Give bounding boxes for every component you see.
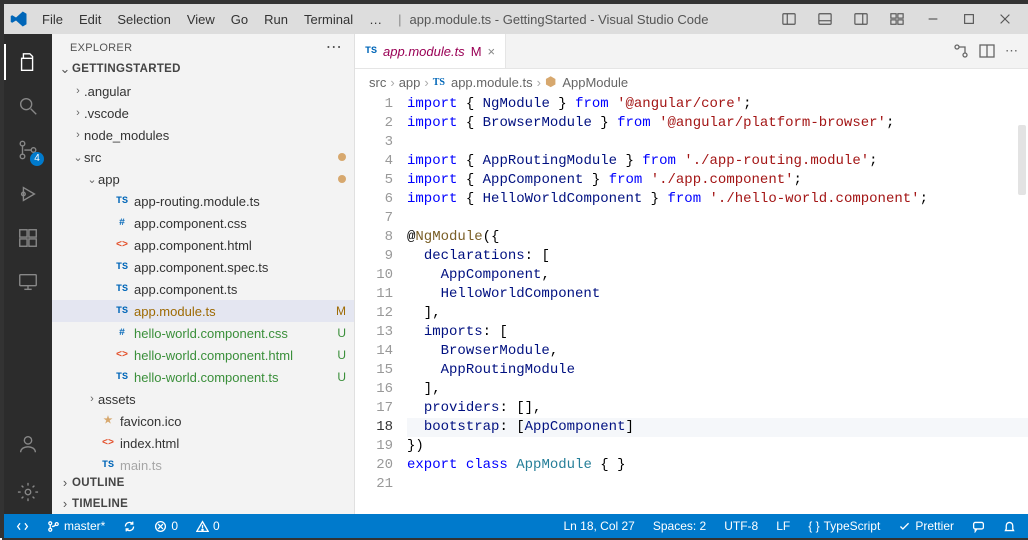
menu-go[interactable]: Go <box>223 9 256 30</box>
breadcrumb-item[interactable]: app <box>399 75 421 90</box>
css-file-icon: # <box>114 215 130 231</box>
editor-area: TS app.module.ts M × ⋯ src›app›TSapp.mod… <box>355 34 1028 514</box>
menu-selection[interactable]: Selection <box>109 9 178 30</box>
window-title: app.module.ts - GettingStarted - Visual … <box>410 12 709 27</box>
tab-status: M <box>471 44 482 59</box>
ts-file-icon: TS <box>100 457 116 472</box>
tree-file[interactable]: <>app.component.html <box>52 234 354 256</box>
sync-changes[interactable] <box>119 514 140 538</box>
layout-panel-right-icon[interactable] <box>844 4 878 34</box>
breadcrumb-item[interactable]: app.module.ts <box>451 75 533 90</box>
indentation[interactable]: Spaces: 2 <box>649 514 710 538</box>
activity-remote[interactable] <box>4 260 52 304</box>
tree-file[interactable]: TSapp.component.spec.ts <box>52 256 354 278</box>
status-bar: master* 0 0 Ln 18, Col 27 Spaces: 2 UTF-… <box>4 514 1028 538</box>
menu-edit[interactable]: Edit <box>71 9 109 30</box>
eol[interactable]: LF <box>772 514 794 538</box>
menu-terminal[interactable]: Terminal <box>296 9 361 30</box>
activity-extensions[interactable] <box>4 216 52 260</box>
problems-warnings[interactable]: 0 <box>192 514 224 538</box>
ts-file-icon: TS <box>114 281 130 297</box>
tree-file[interactable]: <>index.html <box>52 432 354 454</box>
menu-…[interactable]: … <box>361 9 390 30</box>
explorer-sidebar: EXPLORER ⋯ ⌄GETTINGSTARTED ›.angular›.vs… <box>52 34 355 514</box>
menu-bar: FileEditSelectionViewGoRunTerminal… <box>34 12 390 27</box>
html-file-icon: <> <box>114 347 130 363</box>
window-maximize-button[interactable] <box>952 4 986 34</box>
layout-customize-icon[interactable] <box>880 4 914 34</box>
workspace-section[interactable]: ⌄GETTINGSTARTED <box>52 58 354 80</box>
tree-file[interactable]: TSmain.ts <box>52 454 354 472</box>
tree-file[interactable]: #hello-world.component.cssU <box>52 322 354 344</box>
html-file-icon: <> <box>100 435 116 451</box>
cursor-position[interactable]: Ln 18, Col 27 <box>559 514 638 538</box>
minimap-scrollbar[interactable] <box>1018 125 1026 195</box>
menu-view[interactable]: View <box>179 9 223 30</box>
tree-folder[interactable]: ⌄app <box>52 168 354 190</box>
tree-file[interactable]: #app.component.css <box>52 212 354 234</box>
remote-indicator[interactable] <box>12 514 33 538</box>
html-file-icon: <> <box>114 237 130 253</box>
activity-scm[interactable]: 4 <box>4 128 52 172</box>
tree-folder[interactable]: ›node_modules <box>52 124 354 146</box>
activity-account[interactable] <box>4 422 52 466</box>
line-gutter: 123456789101112131415161718192021 <box>355 95 407 514</box>
breadcrumb: src›app›TSapp.module.ts›⬢AppModule <box>355 69 1028 95</box>
tree-file[interactable]: ★favicon.ico <box>52 410 354 432</box>
activity-bar: 4 <box>4 34 52 514</box>
ts-file-icon: TS <box>114 369 130 385</box>
ts-file-icon: TS <box>114 193 130 209</box>
file-tree: ›.angular›.vscode›node_modules⌄src⌄app T… <box>52 80 354 472</box>
menu-file[interactable]: File <box>34 9 71 30</box>
vscode-logo-icon <box>10 10 28 28</box>
split-editor-icon[interactable] <box>979 43 995 59</box>
tree-file[interactable]: <>hello-world.component.htmlU <box>52 344 354 366</box>
tab-close-icon[interactable]: × <box>488 44 496 59</box>
tree-folder[interactable]: ⌄src <box>52 146 354 168</box>
window-close-button[interactable] <box>988 4 1022 34</box>
css-file-icon: # <box>114 325 130 341</box>
breadcrumb-item[interactable]: src <box>369 75 386 90</box>
menu-run[interactable]: Run <box>256 9 296 30</box>
activity-search[interactable] <box>4 84 52 128</box>
timeline-section[interactable]: ›TIMELINE <box>52 493 354 514</box>
layout-panel-left-icon[interactable] <box>772 4 806 34</box>
code-editor[interactable]: 123456789101112131415161718192021 import… <box>355 95 1028 514</box>
title-bar: FileEditSelectionViewGoRunTerminal… | ap… <box>4 4 1028 34</box>
notifications-icon[interactable] <box>999 514 1020 538</box>
tree-file[interactable]: TShello-world.component.tsU <box>52 366 354 388</box>
ts-file-icon: TS <box>114 303 130 319</box>
encoding[interactable]: UTF-8 <box>720 514 762 538</box>
tree-folder[interactable]: ›.angular <box>52 80 354 102</box>
star-file-icon: ★ <box>100 413 116 429</box>
compare-changes-icon[interactable] <box>953 43 969 59</box>
tree-file[interactable]: TSapp.component.ts <box>52 278 354 300</box>
tree-file[interactable]: TSapp.module.tsM <box>52 300 354 322</box>
activity-explorer[interactable] <box>4 40 52 84</box>
ts-file-icon: TS <box>114 259 130 275</box>
feedback-icon[interactable] <box>968 514 989 538</box>
editor-more-icon[interactable]: ⋯ <box>1005 43 1018 59</box>
layout-panel-bottom-icon[interactable] <box>808 4 842 34</box>
prettier-status[interactable]: Prettier <box>894 514 958 538</box>
language-mode[interactable]: { }TypeScript <box>804 514 884 538</box>
git-branch[interactable]: master* <box>43 514 109 538</box>
ts-file-icon: TS <box>365 46 377 57</box>
window-minimize-button[interactable] <box>916 4 950 34</box>
tree-folder[interactable]: ›.vscode <box>52 102 354 124</box>
tree-file[interactable]: TSapp-routing.module.ts <box>52 190 354 212</box>
scm-badge: 4 <box>30 152 44 166</box>
explorer-title: EXPLORER <box>70 42 326 54</box>
explorer-more-icon[interactable]: ⋯ <box>326 43 342 53</box>
titlebar-separator: | <box>398 12 401 27</box>
problems-errors[interactable]: 0 <box>150 514 182 538</box>
activity-settings[interactable] <box>4 470 52 514</box>
outline-section[interactable]: ›OUTLINE <box>52 472 354 493</box>
tab-app-module[interactable]: TS app.module.ts M × <box>355 34 506 68</box>
tab-filename: app.module.ts <box>383 44 465 59</box>
tree-folder[interactable]: ›assets <box>52 388 354 410</box>
activity-run-debug[interactable] <box>4 172 52 216</box>
breadcrumb-item[interactable]: AppModule <box>562 75 628 90</box>
editor-tabs: TS app.module.ts M × ⋯ <box>355 34 1028 69</box>
